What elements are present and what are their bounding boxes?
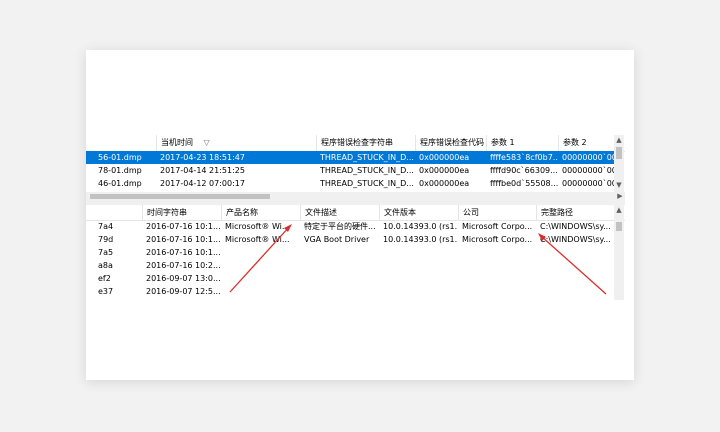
driver-row[interactable]: e37 2016-09-07 12:5... xyxy=(86,285,614,298)
cell-file-description: VGA Boot Driver xyxy=(304,235,370,244)
column-header-label: 公司 xyxy=(463,208,479,217)
driver-list-header: 时间字符串 产品名称 文件描述 文件版本 公司 完整路径 xyxy=(86,205,625,221)
column-header-company[interactable]: 公司 xyxy=(458,205,536,220)
column-header-param1[interactable]: 参数 1 xyxy=(486,135,558,151)
driver-row[interactable]: 7a4 2016-07-16 10:1... Microsoft® Wi... … xyxy=(86,220,614,233)
column-header-bugcheck-string[interactable]: 程序错误检查字符串 xyxy=(316,135,415,151)
driver-row[interactable]: 7a5 2016-07-16 10:1... xyxy=(86,246,614,259)
cell-param1: ffffe583`8cf0b7... xyxy=(490,153,558,162)
cell-time-string: 2016-09-07 12:5... xyxy=(146,287,221,296)
scrollbar-thumb[interactable] xyxy=(90,194,270,199)
cell-crash-time: 2017-04-14 21:51:25 xyxy=(160,166,245,175)
column-header-label: 时间字符串 xyxy=(147,208,187,217)
cell-full-path: C:\WINDOWS\sy... xyxy=(540,235,611,244)
cell-bugcheck-code: 0x000000ea xyxy=(419,179,470,188)
scroll-down-icon[interactable]: ▼ xyxy=(614,180,624,190)
driver-row[interactable]: a8a 2016-07-16 10:2... xyxy=(86,259,614,272)
cell-bugcheck-string: THREAD_STUCK_IN_D... xyxy=(320,166,414,175)
cell-full-path: C:\WINDOWS\sy... xyxy=(540,222,611,231)
cell-bugcheck-string: THREAD_STUCK_IN_D... xyxy=(320,153,414,162)
scroll-up-icon[interactable]: ▲ xyxy=(614,135,624,145)
scroll-up-icon[interactable]: ▲ xyxy=(614,205,624,215)
cell-time-string: 2016-09-07 13:0... xyxy=(146,274,221,283)
cell-filename: 46-01.dmp xyxy=(98,179,142,188)
driver-list-vertical-scrollbar[interactable]: ▲ xyxy=(614,205,624,300)
cell-crash-time: 2017-04-12 07:00:17 xyxy=(160,179,245,188)
cell-param2: 00000000`00 xyxy=(562,153,614,162)
cell-driver-name: e37 xyxy=(98,287,114,296)
cell-company: Microsoft Corpo... xyxy=(462,235,533,244)
cell-bugcheck-code: 0x000000ea xyxy=(419,153,470,162)
cell-time-string: 2016-07-16 10:1... xyxy=(146,248,221,257)
column-header-crash-time[interactable]: 当机时间 ▽ xyxy=(156,135,316,151)
cell-driver-name: 79d xyxy=(98,235,114,244)
crash-row[interactable]: 78-01.dmp 2017-04-14 21:51:25 THREAD_STU… xyxy=(86,164,614,177)
bluescreen-viewer-window: 当机时间 ▽ 程序错误检查字符串 程序错误检查代码 参数 1 参数 2 56-0… xyxy=(86,50,634,380)
column-header-bugcheck-code[interactable]: 程序错误检查代码 xyxy=(415,135,486,151)
scroll-right-icon[interactable]: ▶ xyxy=(615,192,625,201)
column-header-label: 参数 1 xyxy=(491,138,515,147)
cell-bugcheck-code: 0x000000ea xyxy=(419,166,470,175)
cell-filename: 56-01.dmp xyxy=(98,153,142,162)
cell-driver-name: a8a xyxy=(98,261,113,270)
cell-bugcheck-string: THREAD_STUCK_IN_D... xyxy=(320,179,414,188)
cell-filename: 78-01.dmp xyxy=(98,166,142,175)
cell-file-description: 特定于平台的硬件... xyxy=(304,222,376,231)
cell-driver-name: ef2 xyxy=(98,274,111,283)
column-header-label: 产品名称 xyxy=(226,208,258,217)
column-header-label: 程序错误检查字符串 xyxy=(321,138,393,147)
column-header-product-name[interactable]: 产品名称 xyxy=(221,205,300,220)
column-header-label: 当机时间 xyxy=(161,138,193,147)
cell-crash-time: 2017-04-23 18:51:47 xyxy=(160,153,245,162)
crash-dump-list: 当机时间 ▽ 程序错误检查字符串 程序错误检查代码 参数 1 参数 2 56-0… xyxy=(86,135,625,201)
column-header-label: 参数 2 xyxy=(563,138,587,147)
cell-driver-name: 7a4 xyxy=(98,222,114,231)
column-header-filename[interactable] xyxy=(86,135,156,151)
cell-product-name: Microsoft® Wi... xyxy=(225,235,290,244)
cell-param1: ffffbe0d`55508... xyxy=(490,179,558,188)
column-header-file-version[interactable]: 文件版本 xyxy=(379,205,458,220)
cell-param1: ffffd90c`66309... xyxy=(490,166,558,175)
cell-driver-name: 7a5 xyxy=(98,248,114,257)
column-header-label: 完整路径 xyxy=(541,208,573,217)
column-header-full-path[interactable]: 完整路径 xyxy=(536,205,614,220)
cell-file-version: 10.0.14393.0 (rs1... xyxy=(383,235,458,244)
scrollbar-thumb[interactable] xyxy=(616,222,622,231)
sort-indicator-icon: ▽ xyxy=(203,138,210,147)
crash-list-vertical-scrollbar[interactable]: ▲ ▼ xyxy=(614,135,624,192)
cell-param2: 00000000`00 xyxy=(562,179,614,188)
cell-param2: 00000000`00 xyxy=(562,166,614,175)
scrollbar-thumb[interactable] xyxy=(616,147,622,159)
crash-list-header: 当机时间 ▽ 程序错误检查字符串 程序错误检查代码 参数 1 参数 2 xyxy=(86,135,625,152)
crash-row[interactable]: 56-01.dmp 2017-04-23 18:51:47 THREAD_STU… xyxy=(86,151,614,164)
column-header-file-description[interactable]: 文件描述 xyxy=(300,205,379,220)
crash-row[interactable]: 46-01.dmp 2017-04-12 07:00:17 THREAD_STU… xyxy=(86,177,614,190)
column-header-time-string[interactable]: 时间字符串 xyxy=(142,205,221,220)
column-header-label: 文件描述 xyxy=(305,208,337,217)
cell-file-version: 10.0.14393.0 (rs1... xyxy=(383,222,458,231)
cell-company: Microsoft Corpo... xyxy=(462,222,533,231)
column-header-label: 文件版本 xyxy=(384,208,416,217)
driver-row[interactable]: 79d 2016-07-16 10:1... Microsoft® Wi... … xyxy=(86,233,614,246)
driver-row[interactable]: ef2 2016-09-07 13:0... xyxy=(86,272,614,285)
driver-list: 时间字符串 产品名称 文件描述 文件版本 公司 完整路径 7a4 2016-07… xyxy=(86,205,625,300)
column-header-label: 程序错误检查代码 xyxy=(420,138,484,147)
crash-list-horizontal-scrollbar[interactable]: ▶ xyxy=(86,192,625,201)
cell-product-name: Microsoft® Wi... xyxy=(225,222,290,231)
cell-time-string: 2016-07-16 10:1... xyxy=(146,235,221,244)
cell-time-string: 2016-07-16 10:1... xyxy=(146,222,221,231)
column-header-param2[interactable]: 参数 2 xyxy=(558,135,618,151)
cell-time-string: 2016-07-16 10:2... xyxy=(146,261,221,270)
column-header-driver-name[interactable] xyxy=(86,205,142,220)
